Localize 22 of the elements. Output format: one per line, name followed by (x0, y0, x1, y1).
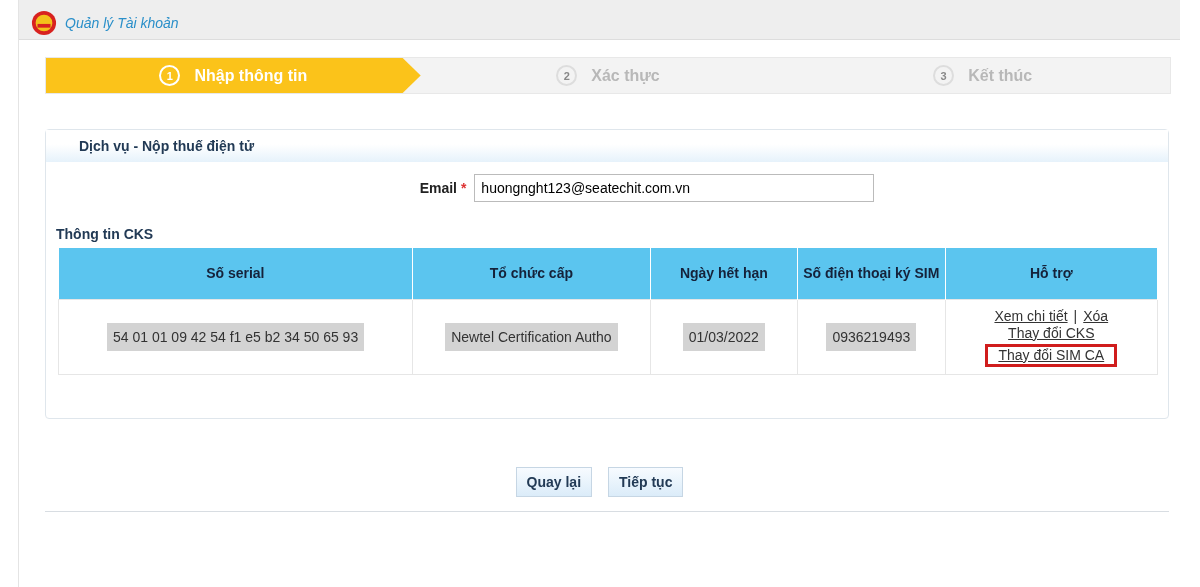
nav-button[interactable]: Quay lại (515, 467, 592, 497)
support-link[interactable]: Thay đổi SIM CA (998, 346, 1105, 363)
table-cell: Newtel Certification Autho (445, 323, 618, 351)
cks-title: Thông tin CKS (56, 226, 155, 242)
nav-button[interactable]: Tiếp tục (608, 467, 684, 497)
support-link[interactable]: Thay đổi CKS (1008, 324, 1095, 341)
column-header: Số điện thoại ký SIM (797, 248, 946, 300)
emblem-icon (31, 9, 57, 36)
column-header: Hỗ trợ (945, 248, 1158, 300)
support-link[interactable]: Xóa (1083, 307, 1109, 324)
email-label: Email * (419, 180, 467, 196)
column-header: Ngày hết hạn (650, 248, 798, 300)
table-cell: 54 01 01 09 42 54 f1 e5 b2 34 50 65 93 (106, 323, 365, 351)
table-cell: 01/03/2022 (682, 323, 765, 351)
table-cell: 0936219493 (826, 323, 917, 351)
support-link[interactable]: Xem chi tiết (994, 307, 1068, 324)
section-title: Dịch vụ - Nộp thuế điện tử (79, 138, 255, 154)
column-header: Số serial (58, 248, 413, 300)
link-separator: | (1073, 307, 1078, 324)
header-title: Quản lý Tài khoản (65, 13, 179, 32)
column-header: Tổ chức cấp (412, 248, 651, 300)
email-field[interactable]: huongnght123@seatechit.com.vn (474, 174, 875, 202)
